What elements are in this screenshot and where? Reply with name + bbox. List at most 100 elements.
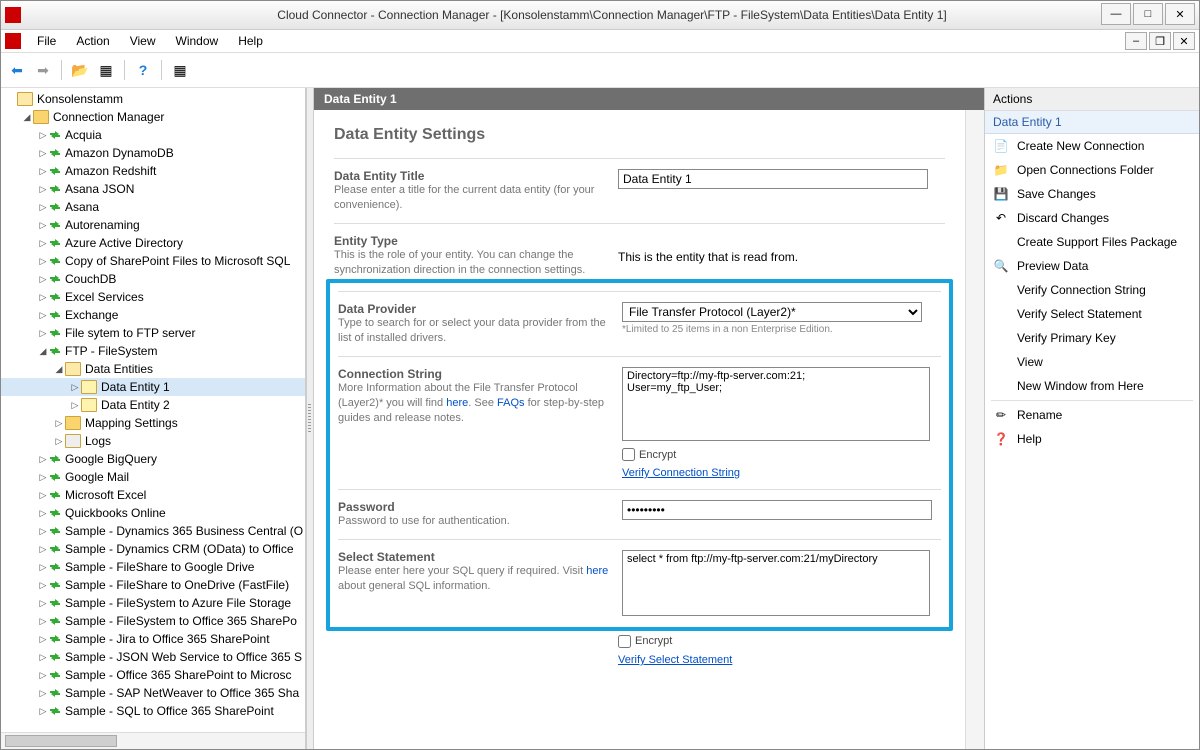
expand-icon[interactable]: ▷ xyxy=(37,166,49,177)
select-here-link[interactable]: here xyxy=(586,565,608,577)
expand-icon[interactable]: ▷ xyxy=(37,148,49,159)
password-input[interactable] xyxy=(622,500,932,520)
tree-item[interactable]: ▷CouchDB xyxy=(1,270,305,288)
tree-item[interactable]: ▷Google Mail xyxy=(1,468,305,486)
expand-icon[interactable]: ▷ xyxy=(37,454,49,465)
forward-button[interactable]: ➡ xyxy=(31,58,55,82)
tree-entity-1[interactable]: ▷Data Entity 1 xyxy=(1,378,305,396)
tree-horizontal-scrollbar[interactable] xyxy=(1,732,305,749)
expand-icon[interactable]: ▷ xyxy=(37,508,49,519)
toolbar-button-2[interactable]: ▦ xyxy=(94,58,118,82)
tree-mapping[interactable]: ▷Mapping Settings xyxy=(1,414,305,432)
expand-icon[interactable]: ▷ xyxy=(37,616,49,627)
child-close-button[interactable]: ✕ xyxy=(1173,32,1195,50)
expand-icon[interactable]: ▷ xyxy=(37,130,49,141)
action-item[interactable]: View xyxy=(985,350,1199,374)
expand-icon[interactable]: ▷ xyxy=(37,688,49,699)
action-item[interactable]: Verify Select Statement xyxy=(985,302,1199,326)
tree-item[interactable]: ▷Amazon Redshift xyxy=(1,162,305,180)
content-scroll[interactable]: Data Entity Settings Data Entity Title P… xyxy=(314,110,965,749)
tree-scroll[interactable]: Konsolenstamm◢Connection Manager▷Acquia▷… xyxy=(1,88,305,732)
splitter[interactable] xyxy=(306,88,314,749)
tree-item[interactable]: ▷Azure Active Directory xyxy=(1,234,305,252)
tree-item[interactable]: ▷Autorenaming xyxy=(1,216,305,234)
tree-item[interactable]: ▷Copy of SharePoint Files to Microsoft S… xyxy=(1,252,305,270)
tree-item[interactable]: ▷Amazon DynamoDB xyxy=(1,144,305,162)
title-input[interactable] xyxy=(618,169,928,189)
back-button[interactable]: ⬅ xyxy=(5,58,29,82)
connstring-here-link[interactable]: here xyxy=(446,397,468,409)
tree-data-entities[interactable]: ◢Data Entities xyxy=(1,360,305,378)
expand-icon[interactable]: ▷ xyxy=(37,544,49,555)
action-item[interactable]: ✏Rename xyxy=(985,403,1199,427)
menu-action[interactable]: Action xyxy=(66,32,119,50)
tree-ftp[interactable]: ◢FTP - FileSystem xyxy=(1,342,305,360)
expand-icon[interactable]: ▷ xyxy=(37,670,49,681)
menu-view[interactable]: View xyxy=(120,32,166,50)
expand-icon[interactable]: ▷ xyxy=(53,436,65,447)
tree-item[interactable]: ▷Sample - FileSystem to Azure File Stora… xyxy=(1,594,305,612)
content-vertical-scrollbar[interactable] xyxy=(965,110,984,749)
child-minimize-button[interactable]: – xyxy=(1125,32,1147,50)
connstring-encrypt-checkbox[interactable] xyxy=(622,448,635,461)
expand-icon[interactable]: ▷ xyxy=(37,220,49,231)
action-item[interactable]: 💾Save Changes xyxy=(985,182,1199,206)
expand-icon[interactable]: ▷ xyxy=(37,652,49,663)
tree-item[interactable]: ▷Sample - SAP NetWeaver to Office 365 Sh… xyxy=(1,684,305,702)
tree-item[interactable]: ▷Quickbooks Online xyxy=(1,504,305,522)
action-item[interactable]: ❓Help xyxy=(985,427,1199,451)
expand-icon[interactable]: ▷ xyxy=(37,634,49,645)
select-input[interactable] xyxy=(622,550,930,616)
action-item[interactable]: 📄Create New Connection xyxy=(985,134,1199,158)
verify-select-link[interactable]: Verify Select Statement xyxy=(618,654,732,666)
expand-icon[interactable]: ▷ xyxy=(69,400,81,411)
expand-icon[interactable]: ▷ xyxy=(37,292,49,303)
expand-icon[interactable]: ▷ xyxy=(37,580,49,591)
action-item[interactable]: ↶Discard Changes xyxy=(985,206,1199,230)
expand-icon[interactable]: ▷ xyxy=(37,598,49,609)
expand-icon[interactable]: ▷ xyxy=(37,490,49,501)
tree-item[interactable]: ▷Asana xyxy=(1,198,305,216)
expand-icon[interactable]: ▷ xyxy=(37,526,49,537)
tree-item[interactable]: ▷Sample - Office 365 SharePoint to Micro… xyxy=(1,666,305,684)
action-item[interactable]: Verify Connection String xyxy=(985,278,1199,302)
verify-connstring-link[interactable]: Verify Connection String xyxy=(622,467,740,479)
tree-item[interactable]: ▷Asana JSON xyxy=(1,180,305,198)
expand-icon[interactable]: ▷ xyxy=(37,256,49,267)
expand-icon[interactable]: ▷ xyxy=(37,274,49,285)
action-item[interactable]: 🔍Preview Data xyxy=(985,254,1199,278)
connstring-faq-link[interactable]: FAQs xyxy=(497,397,525,409)
help-button[interactable]: ? xyxy=(131,58,155,82)
tree-item[interactable]: ▷Sample - Jira to Office 365 SharePoint xyxy=(1,630,305,648)
tree-item[interactable]: ▷Acquia xyxy=(1,126,305,144)
tree-logs[interactable]: ▷Logs xyxy=(1,432,305,450)
action-item[interactable]: 📁Open Connections Folder xyxy=(985,158,1199,182)
menu-window[interactable]: Window xyxy=(166,32,229,50)
menu-file[interactable]: File xyxy=(27,32,66,50)
expand-icon[interactable]: ◢ xyxy=(21,112,33,123)
expand-icon[interactable]: ▷ xyxy=(37,472,49,483)
provider-select[interactable]: File Transfer Protocol (Layer2)* xyxy=(622,302,922,322)
tree-item[interactable]: ▷Google BigQuery xyxy=(1,450,305,468)
tree-item[interactable]: ▷Sample - FileShare to OneDrive (FastFil… xyxy=(1,576,305,594)
expand-icon[interactable]: ◢ xyxy=(53,364,65,375)
toolbar-button-1[interactable]: 📂 xyxy=(68,58,92,82)
close-button[interactable]: ✕ xyxy=(1165,3,1195,25)
tree-entity-2[interactable]: ▷Data Entity 2 xyxy=(1,396,305,414)
expand-icon[interactable]: ▷ xyxy=(37,706,49,717)
tree-item[interactable]: ▷Microsoft Excel xyxy=(1,486,305,504)
expand-icon[interactable]: ▷ xyxy=(37,238,49,249)
expand-icon[interactable]: ◢ xyxy=(37,346,49,357)
tree-manager[interactable]: ◢Connection Manager xyxy=(1,108,305,126)
maximize-button[interactable]: □ xyxy=(1133,3,1163,25)
expand-icon[interactable]: ▷ xyxy=(37,202,49,213)
expand-icon[interactable]: ▷ xyxy=(53,418,65,429)
connstring-input[interactable] xyxy=(622,367,930,441)
tree-item[interactable]: ▷Sample - Dynamics CRM (OData) to Office xyxy=(1,540,305,558)
tree-item[interactable]: ▷File sytem to FTP server xyxy=(1,324,305,342)
action-item[interactable]: Verify Primary Key xyxy=(985,326,1199,350)
expand-icon[interactable]: ▷ xyxy=(37,328,49,339)
tree-item[interactable]: ▷Sample - FileSystem to Office 365 Share… xyxy=(1,612,305,630)
action-item[interactable]: Create Support Files Package xyxy=(985,230,1199,254)
tree-root[interactable]: Konsolenstamm xyxy=(1,90,305,108)
